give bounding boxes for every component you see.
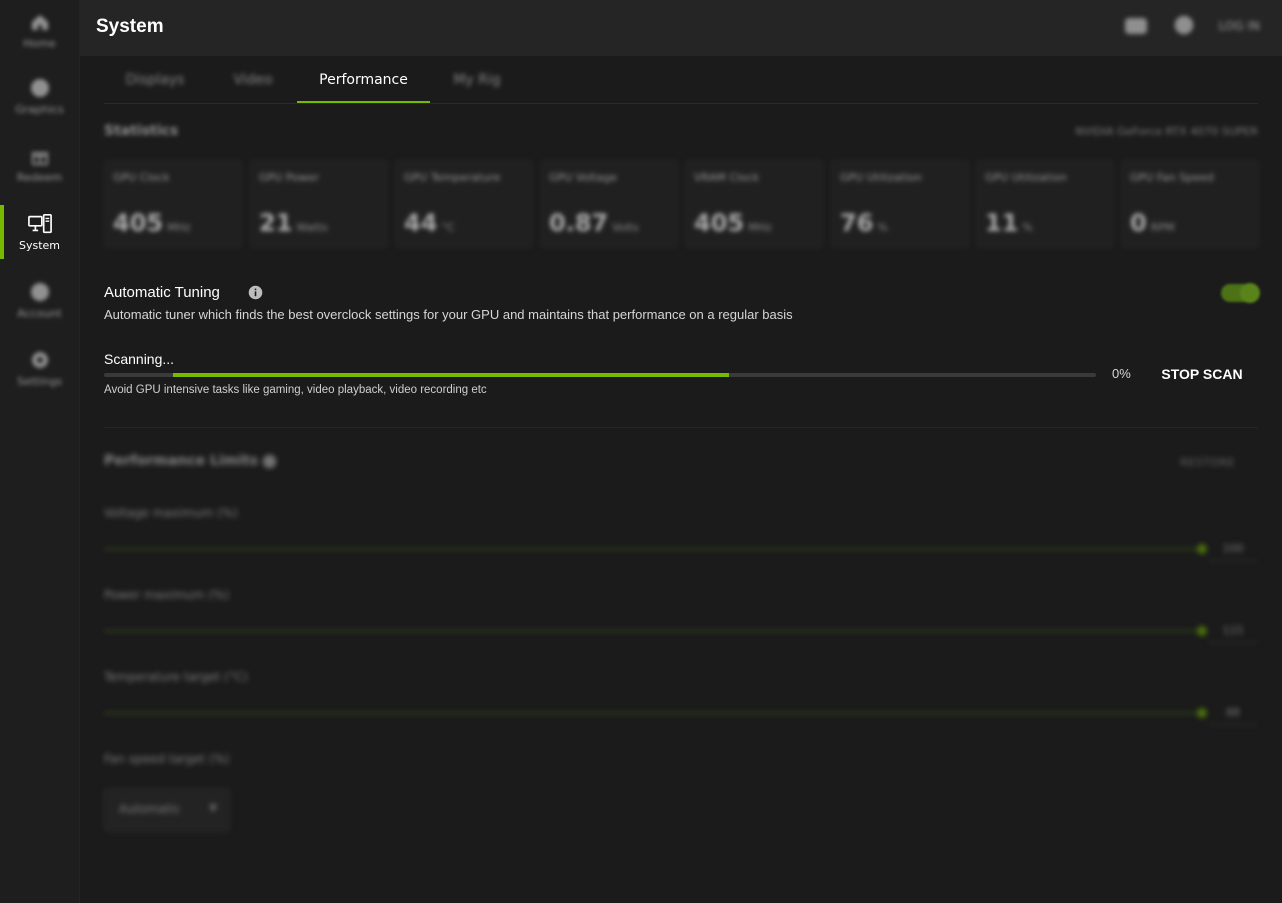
restore-button[interactable]: RESTORE: [1180, 456, 1235, 469]
header-bar: System LOG IN: [80, 0, 1282, 56]
tab-video[interactable]: Video: [210, 57, 296, 103]
sidebar: Home Graphics Redeem System Account Sett…: [0, 0, 80, 903]
user-icon[interactable]: [1171, 14, 1197, 38]
power-slider[interactable]: [104, 630, 1202, 632]
stat-card-gpu-utilization: GPU Utilization 76%: [831, 160, 969, 248]
voltage-slider[interactable]: [104, 548, 1202, 550]
stat-card-vram-clock: VRAM Clock 405 MHz: [685, 160, 823, 248]
temperature-value[interactable]: 88: [1208, 702, 1258, 725]
system-icon: [27, 213, 52, 235]
stop-scan-button[interactable]: STOP SCAN: [1154, 362, 1250, 386]
section-divider: [104, 427, 1258, 428]
voltage-value[interactable]: 100: [1208, 538, 1258, 561]
stat-card-gpu-utilization-2: GPU Utilization 11%: [976, 160, 1114, 248]
stat-card-gpu-clock: GPU Clock 405 MHz: [104, 160, 242, 248]
app-window: Home Graphics Redeem System Account Sett…: [0, 0, 1282, 903]
stat-card-gpu-voltage: GPU Voltage 0.87 Volts: [540, 160, 678, 248]
scan-hint: Avoid GPU intensive tasks like gaming, v…: [104, 384, 487, 396]
sidebar-item-account[interactable]: Account: [0, 272, 79, 328]
tab-displays[interactable]: Displays: [104, 57, 206, 103]
login-link[interactable]: LOG IN: [1219, 19, 1260, 33]
info-icon[interactable]: [248, 285, 263, 300]
fan-speed-label: Fan speed target (%): [104, 752, 230, 766]
scan-progress-bar: [104, 373, 1096, 377]
scan-progress-fill: [173, 373, 729, 377]
scan-status: Scanning...: [104, 351, 175, 367]
page-title: System: [96, 16, 164, 37]
header-actions: LOG IN: [1123, 14, 1260, 38]
sidebar-item-redeem[interactable]: Redeem: [0, 136, 79, 192]
toggle-knob: [1240, 283, 1260, 303]
tab-bar: Displays Video Performance My Rig: [104, 57, 1258, 104]
voltage-slider-thumb[interactable]: [1197, 544, 1207, 554]
sidebar-item-settings[interactable]: Settings: [0, 340, 79, 396]
gpu-name: NVIDIA GeForce RTX 4070 SUPER: [1075, 125, 1258, 138]
stat-card-gpu-fan-speed: GPU Fan Speed 0 RPM: [1121, 160, 1259, 248]
tab-performance[interactable]: Performance: [297, 57, 430, 103]
automatic-tuning-toggle[interactable]: [1221, 283, 1260, 303]
account-icon: [28, 281, 52, 303]
stat-card-gpu-power: GPU Power 21 Watts: [250, 160, 388, 248]
automatic-tuning-title: Automatic Tuning: [104, 284, 220, 301]
performance-limits-info-icon[interactable]: [262, 454, 277, 469]
home-icon: [28, 11, 52, 33]
graphics-icon: [28, 77, 52, 99]
statistics-header: Statistics NVIDIA GeForce RTX 4070 SUPER: [104, 123, 1258, 145]
temperature-slider[interactable]: [104, 712, 1202, 714]
stat-card-gpu-temperature: GPU Temperature 44 °C: [395, 160, 533, 248]
sidebar-item-system[interactable]: System: [0, 204, 79, 260]
performance-limits-title: Performance Limits: [104, 453, 259, 469]
sidebar-item-home[interactable]: Home: [0, 2, 79, 58]
gear-icon: [28, 349, 52, 371]
chevron-down-icon: ▼: [209, 803, 217, 814]
fan-speed-dropdown[interactable]: Automatic ▼: [104, 788, 230, 832]
tab-my-rig[interactable]: My Rig: [434, 57, 520, 103]
power-slider-thumb[interactable]: [1197, 626, 1207, 636]
gift-icon: [28, 145, 52, 167]
sidebar-item-graphics[interactable]: Graphics: [0, 68, 79, 124]
notifications-icon[interactable]: [1123, 14, 1149, 38]
voltage-slider-label: Voltage maximum (%): [104, 506, 238, 520]
statistics-cards: GPU Clock 405 MHz GPU Power 21 Watts GPU T…: [104, 160, 1259, 248]
statistics-title: Statistics: [104, 123, 179, 139]
power-value[interactable]: 115: [1208, 620, 1258, 643]
scan-progress-percent: 0%: [1112, 366, 1131, 381]
temperature-slider-thumb[interactable]: [1197, 708, 1207, 718]
automatic-tuning-description: Automatic tuner which finds the best ove…: [104, 307, 793, 322]
temperature-slider-label: Temperature target (°C): [104, 670, 248, 684]
power-slider-label: Power maximum (%): [104, 588, 230, 602]
